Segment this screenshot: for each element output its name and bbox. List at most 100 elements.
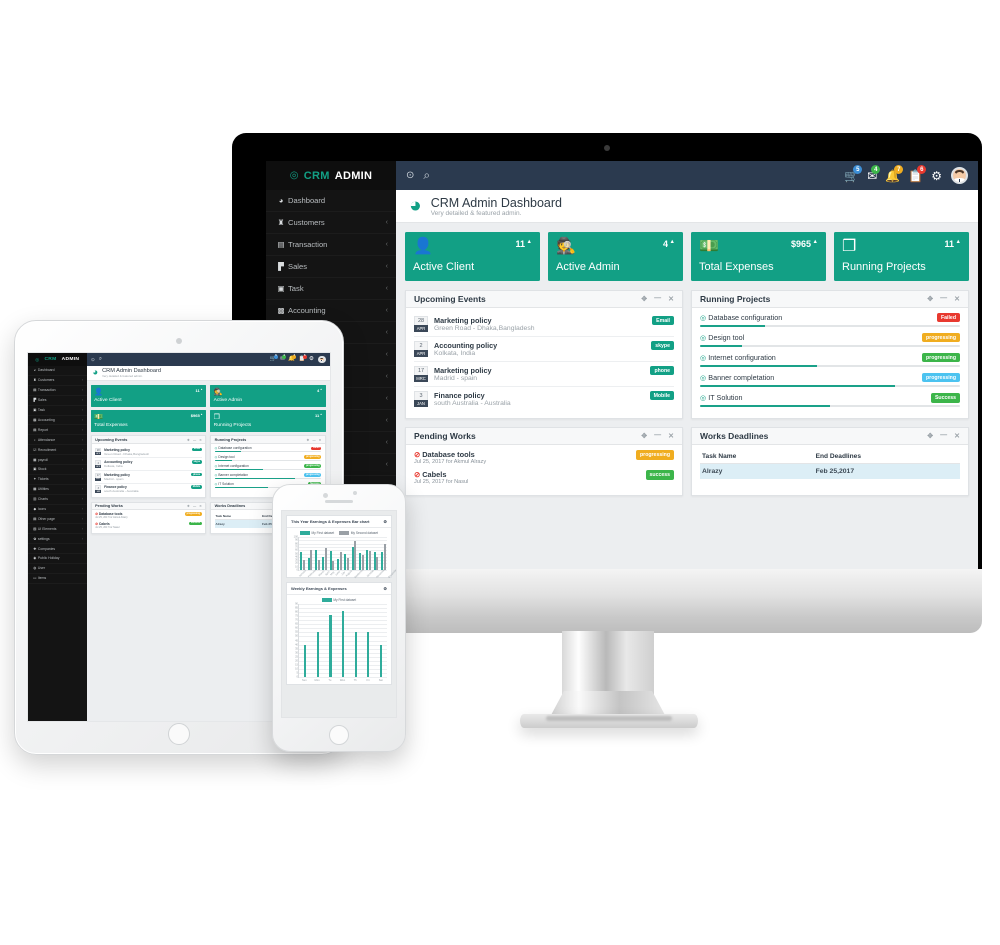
panel-close-button[interactable]: ✕	[954, 295, 960, 303]
kpi-card-running-projects[interactable]: 11▲❐Running Projects	[210, 410, 326, 432]
bell-icon[interactable]: 🔔 7	[885, 165, 904, 182]
sidebar-item-utilities[interactable]: ▦Utilities‹	[28, 485, 87, 495]
sidebar-item-transaction[interactable]: ▤ Transaction ‹	[28, 386, 87, 396]
panel-close-button[interactable]: ✕	[319, 438, 322, 442]
avatar[interactable]	[317, 355, 326, 364]
sidebar-item-transaction[interactable]: ▤ Transaction ‹	[266, 234, 396, 256]
project-row[interactable]: ◎Design toolprogressing	[700, 333, 960, 343]
pending-work-row[interactable]: ⊘Database toolsJul 25, 2017 for Akmul Al…	[414, 450, 674, 465]
sidebar-item-customers[interactable]: ♜ Customers ‹	[266, 212, 396, 234]
sidebar-item-companies[interactable]: ✚ Companies	[28, 544, 87, 554]
gear-icon[interactable]: ⚙	[383, 586, 387, 591]
project-row[interactable]: ◎Database configurationFailed	[215, 446, 322, 450]
mail-icon[interactable]: ✉4	[280, 355, 287, 363]
project-row[interactable]: ◎IT SolutionSuccess	[700, 393, 960, 403]
event-row[interactable]: 28 APR Marketing policy Green Road - Dhaka,…	[414, 312, 674, 337]
panel-move-button[interactable]: ✥	[187, 504, 190, 508]
panel-minimize-button[interactable]: —	[940, 295, 947, 303]
panel-close-button[interactable]: ✕	[954, 432, 960, 440]
event-row[interactable]: 3 JAN Finance policy south Australia - Aust…	[414, 387, 674, 411]
panel-minimize-button[interactable]: —	[193, 504, 196, 508]
sidebar-item-sales[interactable]: ▛ Sales ‹	[28, 396, 87, 406]
project-row[interactable]: ◎Database configurationFailed	[700, 313, 960, 323]
search-icon[interactable]: ⌕	[423, 168, 430, 183]
avatar[interactable]	[951, 167, 968, 184]
panel-close-button[interactable]: ✕	[668, 432, 674, 440]
gear-icon[interactable]: ⚙	[309, 356, 314, 363]
event-row[interactable]: 3 JAN Finance policy south Australia - Aust…	[95, 484, 202, 496]
table-row[interactable]: Alrazy Feb 25,2017	[700, 463, 960, 480]
mail-icon[interactable]: ✉4	[867, 165, 881, 182]
project-row[interactable]: ◎Internet configurationprogressing	[700, 353, 960, 363]
sidebar-item-user[interactable]: ◍ User	[28, 564, 87, 574]
panel-move-button[interactable]: ✥	[307, 438, 310, 442]
kpi-card-active-admin[interactable]: 4▲🕵Active Admin	[548, 232, 683, 281]
sidebar-item-dashboard[interactable]: ◕ Dashboard	[28, 366, 87, 376]
clipboard-icon[interactable]: 📋 6	[908, 165, 927, 182]
sidebar-item-recruitment[interactable]: ☑Recruitment‹	[28, 445, 87, 455]
project-row[interactable]: ◎Design toolprogressing	[215, 455, 322, 459]
sidebar-item-settings[interactable]: ✿settings‹	[28, 534, 87, 544]
sidebar-item-icons[interactable]: ◆Icons‹	[28, 505, 87, 515]
kpi-card-active-client[interactable]: 11▲👤Active Client	[405, 232, 540, 281]
tablet-home-button[interactable]	[168, 723, 190, 745]
sidebar-item-other-page[interactable]: ▤Other page‹	[28, 514, 87, 524]
kpi-card-total-expenses[interactable]: $965▲💵Total Expenses	[90, 410, 207, 432]
sidebar-item-items[interactable]: ▭ Items	[28, 574, 87, 584]
event-row[interactable]: 17 MRC Marketing policy Madrid - spain phone	[414, 362, 674, 387]
gear-icon[interactable]: ⚙	[383, 519, 387, 524]
panel-close-button[interactable]: ✕	[199, 438, 202, 442]
cart-icon[interactable]: 🛒 5	[844, 165, 863, 182]
panel-move-button[interactable]: ✥	[641, 432, 647, 440]
project-row[interactable]: ◎Banner completationprogressing	[700, 373, 960, 383]
brand-logo[interactable]: ◎ CRM ADMIN	[266, 161, 396, 190]
sidebar-item-accounting[interactable]: ▩ Accounting ‹	[266, 300, 396, 322]
project-row[interactable]: ◎Banner completationprogressing	[215, 473, 322, 477]
panel-close-button[interactable]: ✕	[199, 504, 202, 508]
panel-move-button[interactable]: ✥	[641, 295, 647, 303]
sidebar-item-task[interactable]: ▣ Task ‹	[266, 278, 396, 300]
project-row[interactable]: ◎Internet configurationprogressing	[215, 464, 322, 468]
panel-minimize-button[interactable]: —	[193, 438, 196, 442]
panel-minimize-button[interactable]: —	[654, 295, 661, 303]
kpi-card-active-admin[interactable]: 4▲🕵Active Admin	[210, 384, 326, 407]
sidebar-item-accounting[interactable]: ▩ Accounting ‹	[28, 416, 87, 426]
event-row[interactable]: 28 APR Marketing policy Green Road - Dhaka,…	[95, 446, 202, 459]
sidebar-item-charts[interactable]: ▥Charts‹	[28, 495, 87, 505]
sidebar-item-customers[interactable]: ♜ Customers ‹	[28, 376, 87, 386]
pending-work-row[interactable]: ⊘Database toolsJul 25, 2017 for Akmul Al…	[95, 512, 202, 519]
sidebar-item-dashboard[interactable]: ◕ Dashboard	[266, 190, 396, 212]
sidebar-item-task[interactable]: ▣ Task ‹	[28, 406, 87, 416]
event-row[interactable]: 2 APR Accounting policy Kolkata, India skype	[95, 458, 202, 471]
gear-icon[interactable]: ⚙	[931, 169, 942, 182]
kpi-card-total-expenses[interactable]: $965▲💵Total Expenses	[691, 232, 826, 281]
panel-minimize-button[interactable]: —	[940, 432, 947, 440]
sidebar-item-payroll[interactable]: ▦payroll‹	[28, 455, 87, 465]
kpi-card-running-projects[interactable]: 11▲❐Running Projects	[834, 232, 969, 281]
sidebar-item-report[interactable]: ▤Report‹	[28, 425, 87, 435]
event-row[interactable]: 17 MRC Marketing policy Madrid - spain phone	[95, 471, 202, 484]
sidebar-item-stock[interactable]: ▣Stock‹	[28, 465, 87, 475]
panel-move-button[interactable]: ✥	[927, 432, 933, 440]
phone-home-button[interactable]	[329, 725, 349, 745]
panel-minimize-button[interactable]: —	[654, 432, 661, 440]
sidebar-item-tickets[interactable]: ✦Tickets‹	[28, 475, 87, 485]
pending-work-row[interactable]: ⊘CabelsJul 25, 2017 for Nasulsuccess	[95, 521, 202, 529]
pending-work-row[interactable]: ⊘CabelsJul 25, 2017 for Nasulsuccess	[414, 470, 674, 485]
panel-move-button[interactable]: ✥	[927, 295, 933, 303]
clipboard-icon[interactable]: 📋 6	[299, 355, 307, 363]
sidebar-item-ui-elements[interactable]: ▧UI Elements‹	[28, 524, 87, 534]
brand-logo[interactable]: ◎ CRM ADMIN	[28, 353, 87, 367]
sidebar-item-sales[interactable]: ▛ Sales ‹	[266, 256, 396, 278]
event-row[interactable]: 2 APR Accounting policy Kolkata, India skype	[414, 337, 674, 362]
kpi-card-active-client[interactable]: 11▲👤Active Client	[90, 384, 207, 407]
sidebar-collapse-button[interactable]: ⊙	[91, 357, 95, 363]
sidebar-item-attendance[interactable]: ♪Attendance‹	[28, 435, 87, 445]
panel-minimize-button[interactable]: —	[312, 438, 315, 442]
panel-move-button[interactable]: ✥	[187, 438, 190, 442]
cart-icon[interactable]: 🛒 5	[270, 355, 278, 363]
bell-icon[interactable]: 🔔 7	[288, 355, 297, 363]
sidebar-item-public-holiday[interactable]: ◉ Public Holiday	[28, 554, 87, 564]
search-icon[interactable]: ⌕	[99, 356, 102, 363]
panel-close-button[interactable]: ✕	[668, 295, 674, 303]
